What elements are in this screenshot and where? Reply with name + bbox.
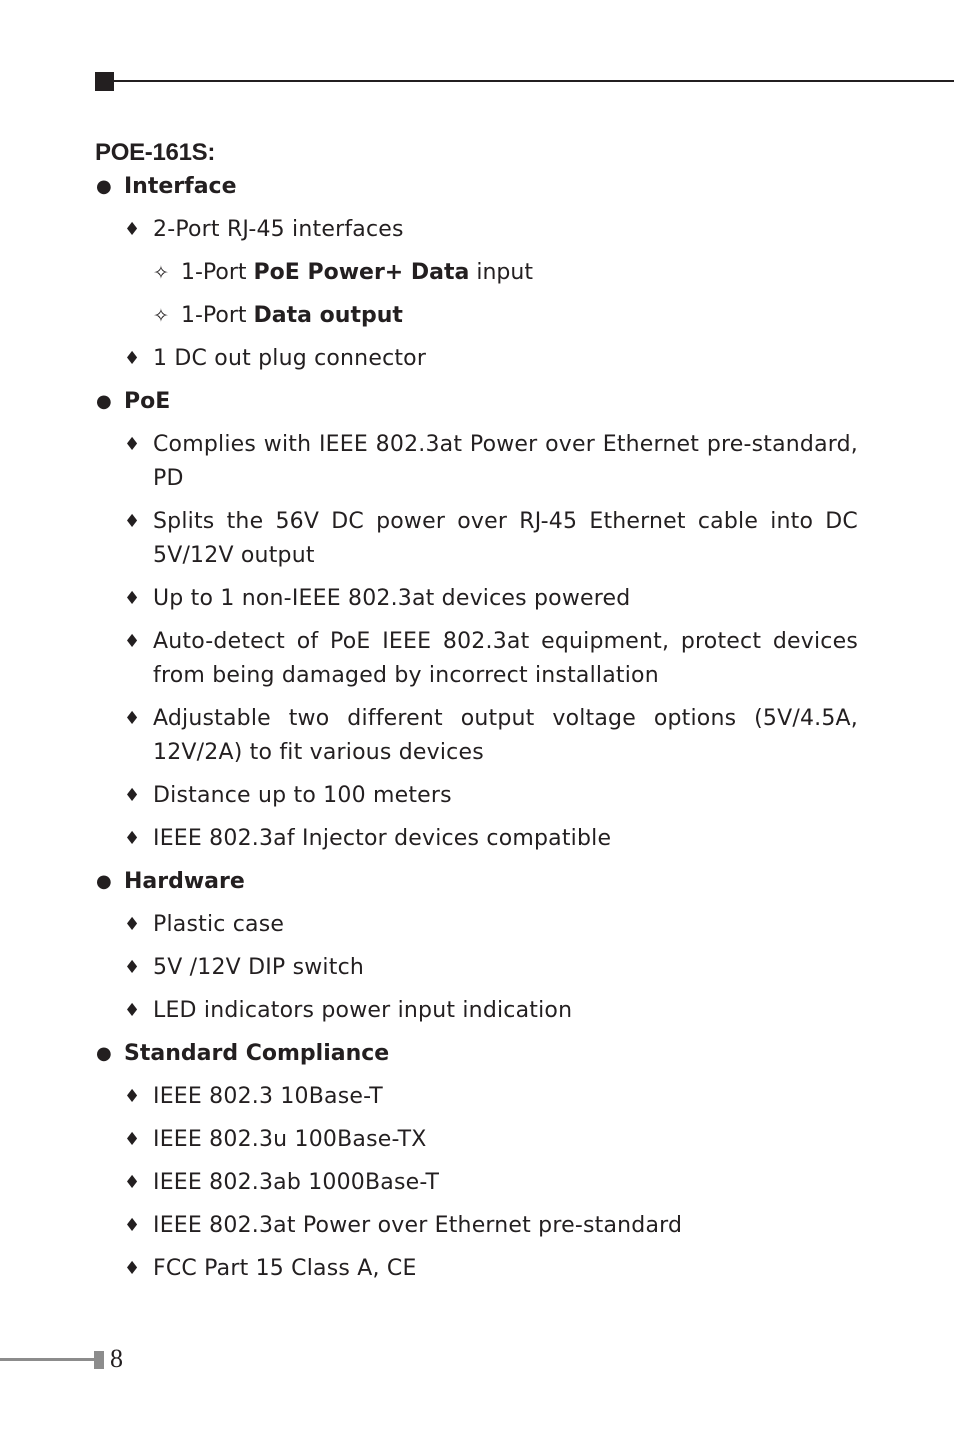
header-square-mark: [95, 72, 114, 91]
list-item: ♦ Distance up to 100 meters: [95, 779, 858, 813]
star-bullet-icon: ✧: [153, 262, 169, 284]
list-item: ♦ FCC Part 15 Class A, CE: [95, 1252, 858, 1286]
footer-square-mark: [94, 1351, 104, 1369]
diamond-bullet-icon: ♦: [124, 1258, 141, 1279]
diamond-bullet-icon: ♦: [124, 348, 141, 369]
list-item: ♦ IEEE 802.3 10Base-T: [95, 1080, 858, 1114]
list-item: ♦ IEEE 802.3at Power over Ethernet pre-st…: [95, 1209, 858, 1243]
list-item: ♦ IEEE 802.3ab 1000Base-T: [95, 1166, 858, 1200]
list-item: ♦ Up to 1 non-IEEE 802.3at devices powere…: [95, 582, 858, 616]
diamond-bullet-icon: ♦: [124, 1129, 141, 1150]
diamond-bullet-icon: ♦: [124, 588, 141, 609]
list-item: ♦ Complies with IEEE 802.3at Power over E…: [95, 428, 858, 496]
bullet-dot-icon: ●: [96, 176, 112, 197]
list-item: ♦ Plastic case: [95, 908, 858, 942]
spec-list: ● Interface ♦ 2-Port RJ-45 interfaces ✧ 1-P…: [95, 170, 858, 1286]
bullet-dot-icon: ●: [96, 391, 112, 412]
page-number: 8: [110, 1344, 123, 1373]
diamond-bullet-icon: ♦: [124, 785, 141, 806]
list-item: ♦ IEEE 802.3af Injector devices compatibl…: [95, 822, 858, 856]
diamond-bullet-icon: ♦: [124, 708, 141, 729]
diamond-bullet-icon: ♦: [124, 1000, 141, 1021]
diamond-bullet-icon: ♦: [124, 1086, 141, 1107]
diamond-bullet-icon: ♦: [124, 1215, 141, 1236]
diamond-bullet-icon: ♦: [124, 511, 141, 532]
page-title: POE-161S:: [95, 139, 216, 166]
sub-list-item: ✧ 1-Port Data output: [95, 299, 858, 333]
list-item: ♦ Adjustable two different output voltage…: [95, 702, 858, 770]
list-item: ♦ Auto-detect of PoE IEEE 802.3at equipme…: [95, 625, 858, 693]
diamond-bullet-icon: ♦: [124, 914, 141, 935]
diamond-bullet-icon: ♦: [124, 434, 141, 455]
list-item: ♦ 5V /12V DIP switch: [95, 951, 858, 985]
section-heading-poe: ● PoE: [95, 385, 858, 419]
section-heading-hardware: ● Hardware: [95, 865, 858, 899]
section-heading-interface: ● Interface: [95, 170, 858, 204]
bullet-dot-icon: ●: [96, 871, 112, 892]
star-bullet-icon: ✧: [153, 305, 169, 327]
list-item: ♦ Splits the 56V DC power over RJ-45 Ethe…: [95, 505, 858, 573]
diamond-bullet-icon: ♦: [124, 957, 141, 978]
section-heading-standard-compliance: ● Standard Compliance: [95, 1037, 858, 1071]
bullet-dot-icon: ●: [96, 1043, 112, 1064]
list-item: ♦ 1 DC out plug connector: [95, 342, 858, 376]
list-item: ♦ 2-Port RJ-45 interfaces: [95, 213, 858, 247]
diamond-bullet-icon: ♦: [124, 1172, 141, 1193]
list-item: ♦ IEEE 802.3u 100Base-TX: [95, 1123, 858, 1157]
diamond-bullet-icon: ♦: [124, 828, 141, 849]
sub-list-item: ✧ 1-Port PoE Power+ Data input: [95, 256, 858, 290]
list-item: ♦ LED indicators power input indication: [95, 994, 858, 1028]
diamond-bullet-icon: ♦: [124, 631, 141, 652]
diamond-bullet-icon: ♦: [124, 219, 141, 240]
footer-rule: [0, 1358, 95, 1361]
header-rule: [114, 80, 954, 82]
